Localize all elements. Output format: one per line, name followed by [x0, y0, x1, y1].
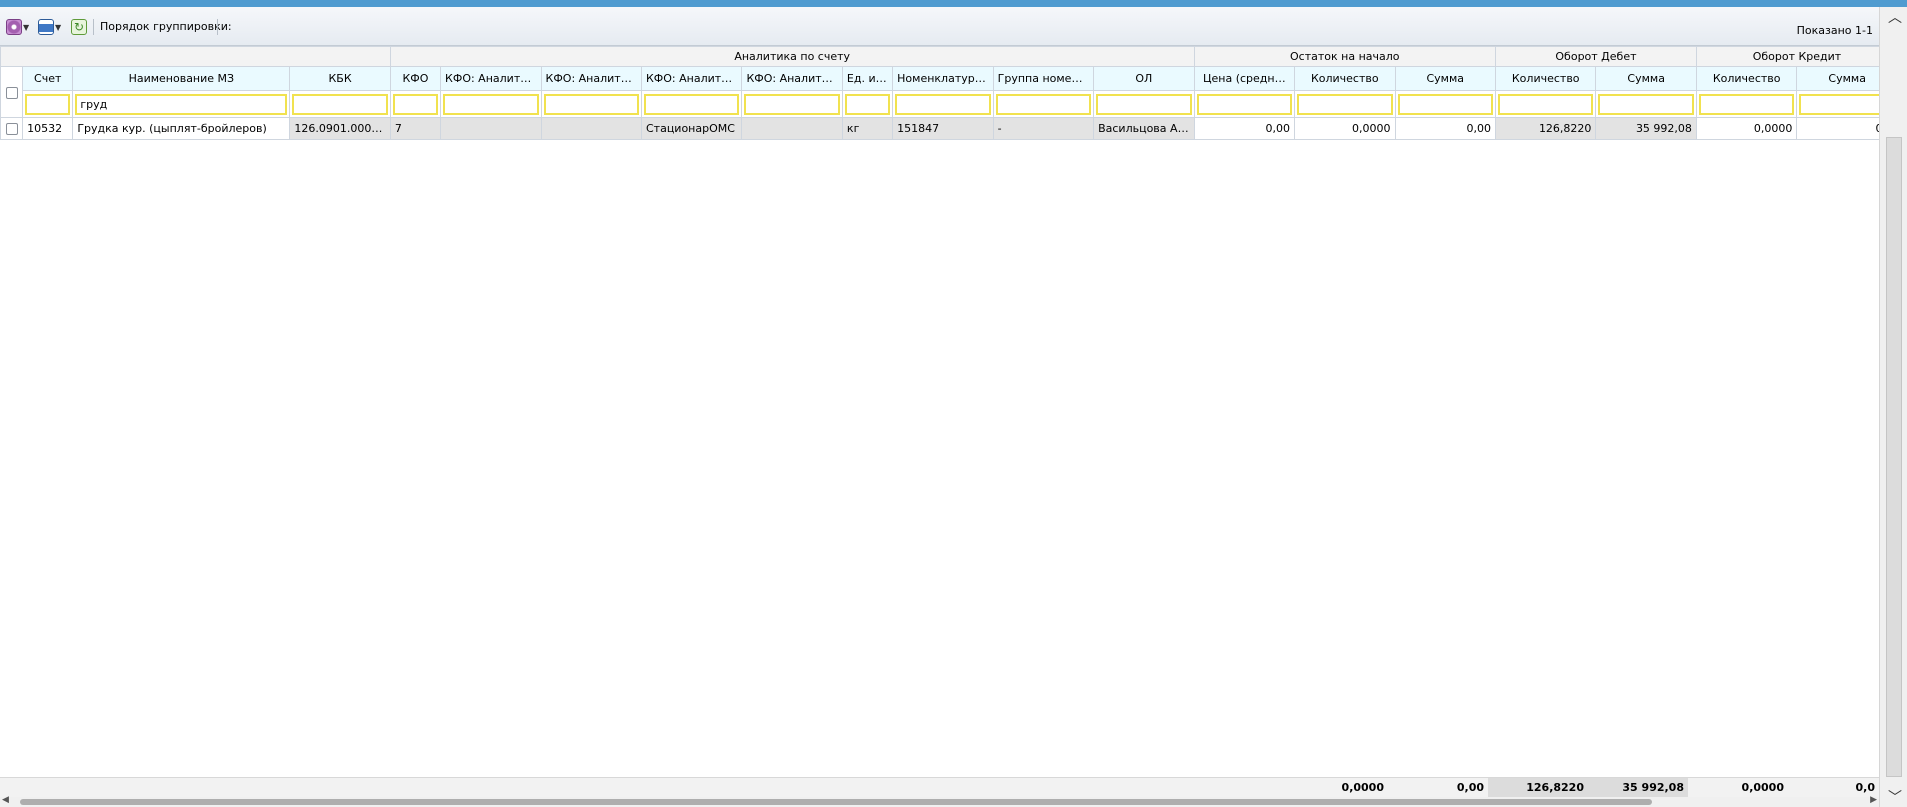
cell-start-qty[interactable]: 0,0000: [1294, 117, 1396, 140]
gear-icon: [6, 19, 22, 35]
col-header-nomenclature[interactable]: Номенклатурны…: [892, 66, 994, 91]
cell-start-price[interactable]: 0,00: [1193, 117, 1296, 140]
col-header-credit-sum[interactable]: Сумма: [1796, 66, 1879, 91]
select-all-checkbox[interactable]: [5, 86, 18, 99]
refresh-icon: ↻: [71, 19, 87, 35]
cell-nomenclature[interactable]: 151847: [892, 117, 994, 140]
dropdown-arrow-icon: ▼: [23, 22, 30, 32]
filter-input-credit-qty[interactable]: [1698, 93, 1795, 115]
cell-kfo-analytic-4[interactable]: [741, 117, 843, 140]
filter-input-kfo-analytic-1[interactable]: [443, 93, 539, 115]
cell-name[interactable]: Грудка кур. (цыплят-бройлеров): [72, 117, 291, 140]
data-grid: Аналитика по счету Остаток на начало Обо…: [0, 46, 1879, 777]
cell-credit-sum[interactable]: 0,0: [1796, 117, 1879, 140]
shown-count-text: Показано 1-1: [1796, 24, 1873, 37]
cell-kfo-analytic-1[interactable]: [440, 117, 542, 140]
toolbar-separator: [217, 19, 218, 35]
filter-input-kfo[interactable]: [392, 93, 439, 115]
col-header-start-price[interactable]: Цена (средн…: [1193, 66, 1296, 91]
col-header-unit[interactable]: Ед. из…: [841, 66, 894, 91]
total-debit-sum: 35 992,08: [1588, 778, 1688, 798]
col-header-kfo-analytic-1[interactable]: КФО: Аналитик…: [440, 66, 542, 91]
grouping-order-label: Порядок группировки:: [100, 20, 232, 33]
cell-kbk[interactable]: 126.0901.00000…: [289, 117, 391, 140]
row-checkbox[interactable]: [5, 123, 18, 135]
filter-input-kfo-analytic-2[interactable]: [543, 93, 639, 115]
settings-menu-button[interactable]: ▼: [6, 17, 29, 37]
refresh-button[interactable]: ↻: [71, 17, 87, 37]
horizontal-scroll-thumb[interactable]: [20, 799, 1652, 805]
col-header-kfo-analytic-3[interactable]: КФО: Аналитик…: [640, 66, 743, 91]
col-header-credit-qty[interactable]: Количество: [1695, 66, 1798, 91]
filter-input-kfo-analytic-3[interactable]: [643, 93, 740, 115]
col-header-nomenclature-group[interactable]: Группа номенк…: [992, 66, 1095, 91]
column-header-row: Счет Наименование МЗ КБК КФО КФО: Аналит…: [0, 66, 1879, 118]
col-header-start-sum[interactable]: Сумма: [1394, 66, 1496, 91]
filter-input-ol[interactable]: [1096, 93, 1192, 115]
cell-ol[interactable]: Васильцова Ал…: [1093, 117, 1195, 140]
cell-debit-qty[interactable]: 126,8220: [1494, 117, 1597, 140]
col-header-debit-qty[interactable]: Количество: [1494, 66, 1597, 91]
filter-input-start-sum[interactable]: [1397, 93, 1493, 115]
filter-input-start-qty[interactable]: [1297, 93, 1393, 115]
filter-input-name[interactable]: [75, 93, 288, 115]
column-group-header-row: Аналитика по счету Остаток на начало Обо…: [0, 46, 1879, 67]
total-debit-qty: 126,8220: [1488, 778, 1588, 798]
cell-credit-qty[interactable]: 0,0000: [1695, 117, 1798, 140]
col-header-account[interactable]: Счет: [22, 66, 74, 91]
group-header-credit-turnover[interactable]: Оборот Кредит: [1695, 46, 1879, 67]
grid-toolbar: ▼ ▼ ↻ Порядок группировки: Показано 1-1: [0, 7, 1879, 46]
print-menu-button[interactable]: ▼: [38, 17, 61, 37]
cell-unit[interactable]: кг: [841, 117, 894, 140]
toolbar-separator: [93, 19, 94, 35]
total-credit-sum: 0,0: [1855, 781, 1876, 794]
col-header-ol[interactable]: ОЛ: [1093, 66, 1195, 91]
filter-input-credit-sum[interactable]: [1799, 93, 1879, 115]
total-start-qty: 0,0000: [1341, 781, 1384, 794]
filter-input-debit-qty[interactable]: [1497, 93, 1594, 115]
col-header-kfo-analytic-4[interactable]: КФО: Аналитик…: [741, 66, 843, 91]
scroll-left-icon[interactable]: ◀: [2, 795, 9, 805]
cell-kfo-analytic-3[interactable]: СтационарОМС: [640, 117, 743, 140]
cell-kfo-analytic-2[interactable]: [540, 117, 642, 140]
filter-input-account[interactable]: [25, 93, 71, 115]
print-icon: [38, 19, 54, 35]
col-header-start-qty[interactable]: Количество: [1294, 66, 1396, 91]
total-credit-qty: 0,0000: [1741, 781, 1784, 794]
filter-input-kfo-analytic-4[interactable]: [744, 93, 840, 115]
col-header-kbk[interactable]: КБК: [289, 66, 391, 91]
filter-input-unit[interactable]: [844, 93, 891, 115]
cell-nomenclature-group[interactable]: -: [992, 117, 1095, 140]
filter-input-nomenclature-group[interactable]: [995, 93, 1092, 115]
group-header-empty: [0, 46, 391, 67]
col-header-name[interactable]: Наименование МЗ: [72, 66, 291, 91]
table-row[interactable]: 10532 Грудка кур. (цыплят-бройлеров) 126…: [0, 117, 1879, 140]
group-header-start-balance[interactable]: Остаток на начало: [1193, 46, 1496, 67]
col-header-debit-sum[interactable]: Сумма: [1595, 66, 1697, 91]
total-start-sum: 0,00: [1456, 781, 1484, 794]
vertical-scroll-thumb[interactable]: [1886, 137, 1902, 777]
cell-debit-sum[interactable]: 35 992,08: [1595, 117, 1697, 140]
filter-input-debit-sum[interactable]: [1598, 93, 1694, 115]
col-header-kfo[interactable]: КФО: [389, 66, 442, 91]
totals-row: 0,0000 0,00 126,8220 35 992,08 0,0000 0,…: [0, 777, 1879, 798]
window-top-bar: [0, 0, 1907, 7]
scroll-down-icon[interactable]: ﹀: [1888, 787, 1902, 807]
horizontal-scrollbar[interactable]: ◀ ▶: [0, 795, 1879, 807]
select-all-cell[interactable]: [0, 66, 24, 118]
cell-kfo[interactable]: 7: [389, 117, 442, 140]
filter-row: [1, 90, 1879, 118]
cell-start-sum[interactable]: 0,00: [1394, 117, 1496, 140]
filter-input-nomenclature[interactable]: [895, 93, 991, 115]
filter-input-kbk[interactable]: [292, 93, 388, 115]
filter-input-start-price[interactable]: [1196, 93, 1293, 115]
scroll-right-icon[interactable]: ▶: [1870, 795, 1877, 805]
group-header-debit-turnover[interactable]: Оборот Дебет: [1494, 46, 1697, 67]
cell-account[interactable]: 10532: [22, 117, 74, 140]
col-header-kfo-analytic-2[interactable]: КФО: Аналитик…: [540, 66, 642, 91]
group-header-analytics[interactable]: Аналитика по счету: [389, 46, 1195, 67]
scroll-up-icon[interactable]: ︿: [1888, 7, 1902, 27]
dropdown-arrow-icon: ▼: [55, 22, 62, 32]
vertical-scrollbar[interactable]: ︿ ﹀: [1879, 7, 1907, 807]
